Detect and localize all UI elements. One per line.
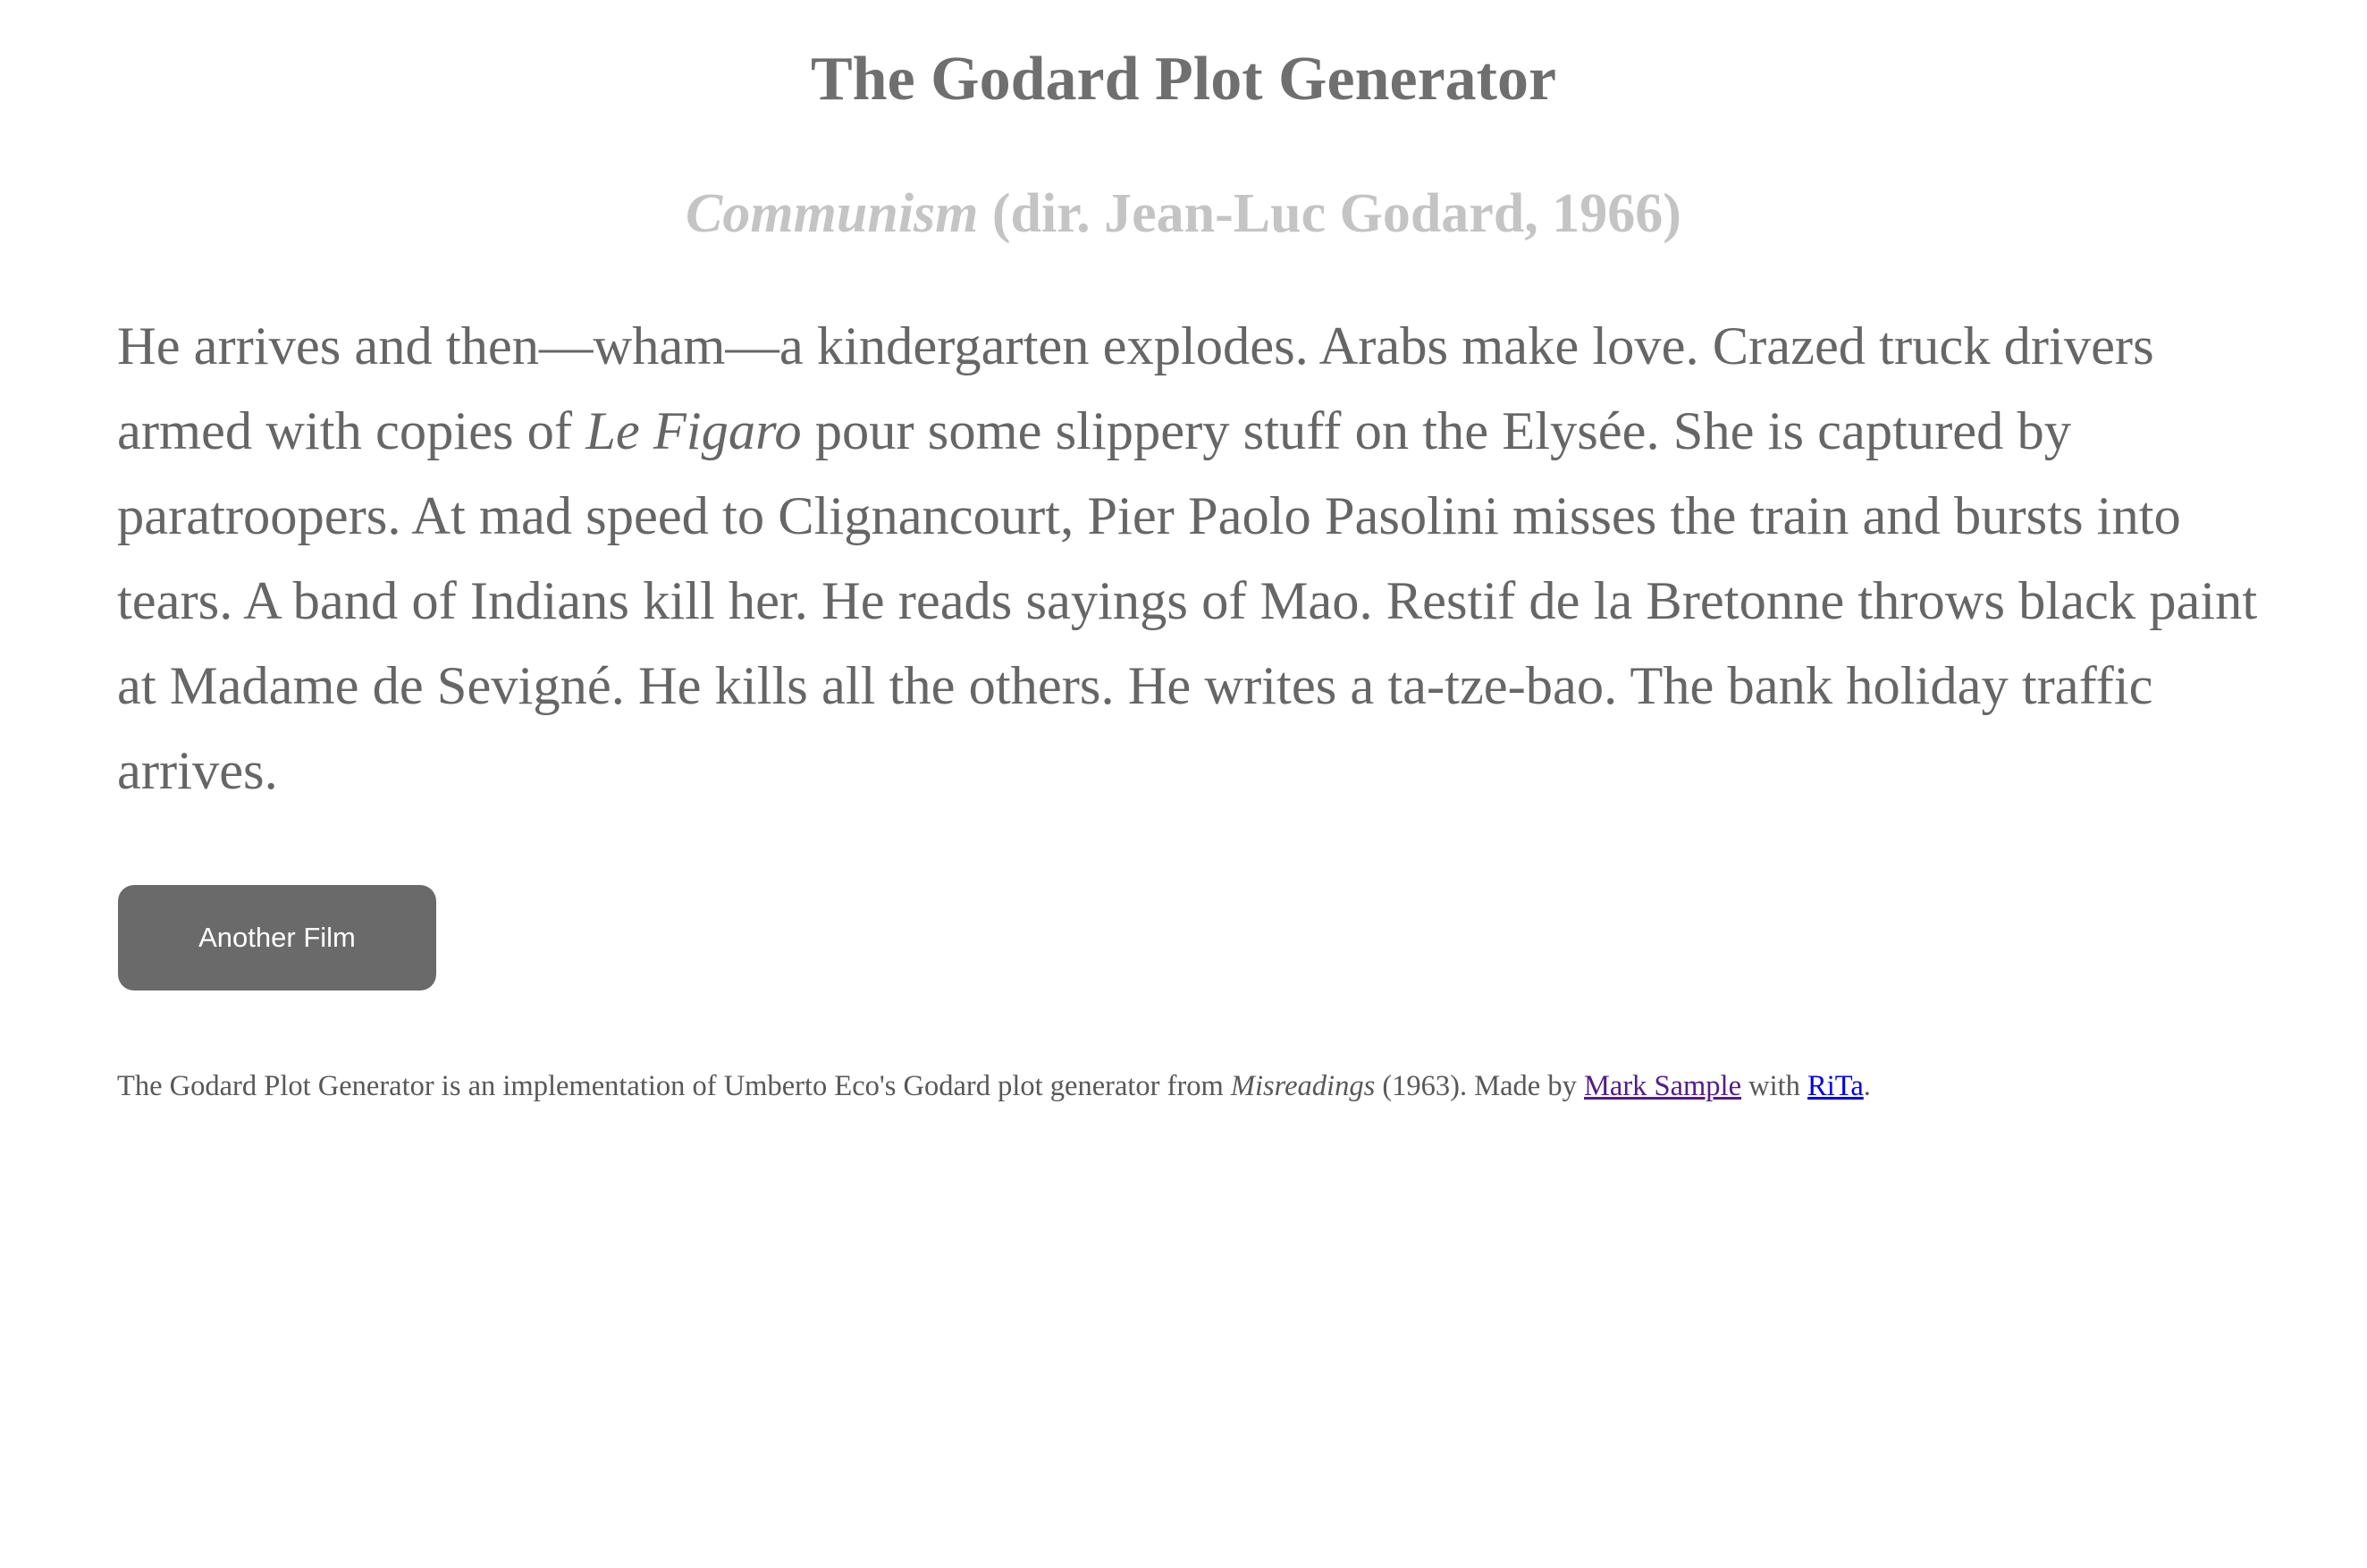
footer-text-with: with: [1741, 1070, 1808, 1102]
footer-book-title: Misreadings: [1230, 1070, 1376, 1102]
rita-link[interactable]: RiTa: [1807, 1070, 1864, 1102]
plot-italic-title: Le Figaro: [585, 401, 802, 461]
footer-text-middle: (1963). Made by: [1375, 1070, 1584, 1102]
plot-part-2: pour some slippery stuff on the Elysée. …: [117, 401, 2258, 801]
footer-text-end: .: [1863, 1070, 1871, 1102]
author-link[interactable]: Mark Sample: [1584, 1070, 1741, 1102]
footer-note: The Godard Plot Generator is an implemen…: [117, 1064, 2298, 1109]
page-title: The Godard Plot Generator: [810, 45, 1557, 114]
film-title: Communism: [686, 183, 979, 244]
plot-text: He arrives and then—wham—a kindergarten …: [117, 304, 2298, 814]
film-heading: Communism (dir. Jean-Luc Godard, 1966): [0, 173, 2367, 254]
footer-text-before: The Godard Plot Generator is an implemen…: [117, 1070, 1231, 1102]
another-film-button[interactable]: Another Film: [118, 885, 436, 991]
film-credit: (dir. Jean-Luc Godard, 1966): [991, 183, 1681, 244]
